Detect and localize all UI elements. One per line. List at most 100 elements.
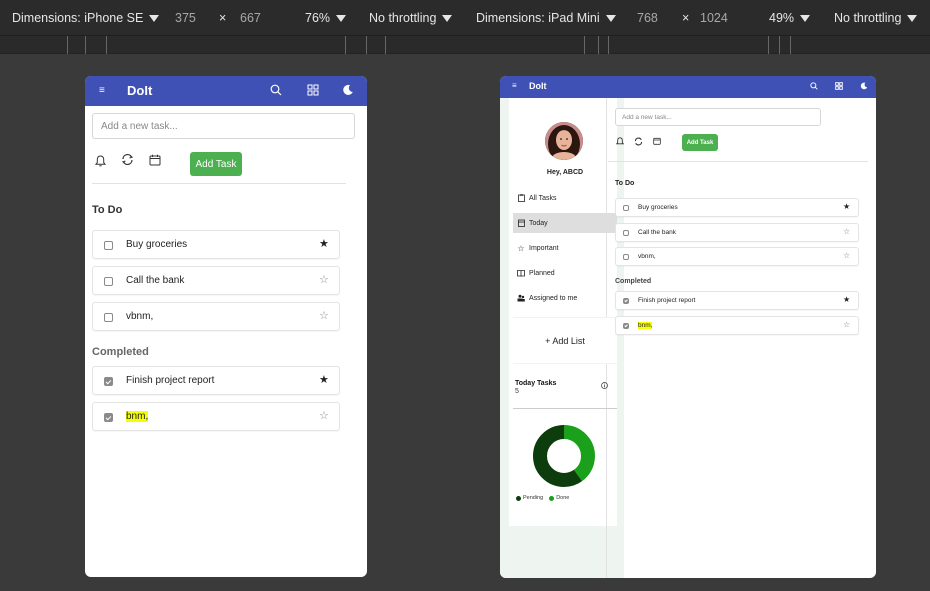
task-card[interactable]: Call the bank ☆ — [92, 266, 340, 295]
people-icon — [517, 294, 525, 302]
task-checkbox-checked[interactable] — [104, 413, 113, 422]
dimensions-select[interactable]: Dimensions: iPhone SE — [12, 11, 160, 25]
calendar-icon[interactable] — [148, 153, 162, 167]
star-outline-icon[interactable]: ☆ — [319, 273, 329, 286]
calendar-icon — [517, 219, 525, 227]
calendar-icon[interactable] — [652, 136, 662, 146]
grid-icon[interactable] — [834, 81, 844, 91]
ruler-mark — [598, 36, 599, 54]
zoom-select[interactable]: 49% — [769, 11, 811, 25]
sidebar-item-all-tasks[interactable]: All Tasks — [513, 188, 617, 208]
chevron-down-icon — [907, 14, 918, 22]
throttle-select[interactable]: No throttling — [369, 11, 453, 25]
times-label: × — [219, 11, 227, 25]
dark-mode-icon[interactable] — [859, 81, 869, 91]
task-card[interactable]: vbnm, ☆ — [92, 302, 340, 331]
repeat-icon[interactable] — [120, 152, 135, 167]
search-icon[interactable] — [269, 83, 283, 97]
sidebar-item-assigned[interactable]: Assigned to me — [513, 288, 617, 308]
ruler-mark — [385, 36, 386, 54]
star-outline-icon[interactable]: ☆ — [843, 251, 850, 260]
task-checkbox[interactable] — [623, 230, 629, 236]
ruler-mark — [106, 36, 107, 54]
height-input[interactable]: 1024 — [700, 11, 728, 25]
sidebar-item-important[interactable]: ☆ Important — [513, 238, 617, 258]
task-card[interactable]: Call the bank ☆ — [615, 223, 859, 242]
sidebar-item-label: Important — [529, 244, 559, 252]
task-checkbox[interactable] — [623, 254, 629, 260]
task-checkbox[interactable] — [104, 313, 113, 322]
task-card[interactable]: bnm, ☆ — [615, 316, 859, 335]
width-input[interactable]: 375 — [175, 11, 196, 25]
task-title: Call the bank — [638, 229, 676, 236]
new-task-input[interactable]: Add a new task... — [615, 108, 821, 126]
search-icon[interactable] — [809, 81, 819, 91]
zoom-select[interactable]: 76% — [305, 11, 347, 25]
app-header: ≡ DoIt — [85, 76, 367, 106]
task-checkbox[interactable] — [104, 241, 113, 250]
dimensions-select[interactable]: Dimensions: iPad Mini — [476, 11, 616, 25]
add-task-button[interactable]: Add Task — [190, 152, 242, 176]
grid-icon[interactable] — [306, 83, 320, 97]
task-checkbox-checked[interactable] — [104, 377, 113, 386]
task-card[interactable]: Buy groceries ★ — [615, 198, 859, 217]
chevron-down-icon — [336, 14, 347, 22]
sidebar-item-label: All Tasks — [529, 194, 557, 202]
device-toolbar-left: Dimensions: iPhone SE 375 × 667 76% No t… — [0, 0, 465, 36]
task-card[interactable]: Finish project report ★ — [92, 366, 340, 395]
divider — [513, 408, 617, 409]
task-card[interactable]: vbnm, ☆ — [615, 247, 859, 266]
star-filled-icon[interactable]: ★ — [843, 202, 850, 211]
task-title: bnm, — [126, 411, 149, 422]
legend-done-label: Done — [556, 495, 570, 501]
ruler-mark — [85, 36, 86, 54]
sidebar-item-today[interactable]: Today — [513, 213, 617, 233]
task-checkbox[interactable] — [104, 277, 113, 286]
new-task-input[interactable]: Add a new task... — [92, 113, 355, 139]
device-toolbar: Dimensions: iPhone SE 375 × 667 76% No t… — [0, 0, 930, 36]
star-outline-icon: ☆ — [517, 243, 525, 253]
task-checkbox-checked[interactable] — [623, 323, 629, 329]
star-filled-icon[interactable]: ★ — [319, 373, 329, 386]
task-card[interactable]: Buy groceries ★ — [92, 230, 340, 259]
chevron-down-icon — [800, 14, 811, 22]
height-value: 667 — [240, 11, 261, 25]
today-tasks-count: 5 — [515, 388, 519, 395]
bell-icon[interactable] — [615, 136, 625, 146]
add-task-button[interactable]: Add Task — [682, 134, 718, 151]
app-logo[interactable]: DoIt — [529, 81, 547, 91]
star-outline-icon[interactable]: ☆ — [319, 409, 329, 422]
dimensions-label: Dimensions: iPad Mini — [476, 11, 600, 25]
task-card[interactable]: bnm, ☆ — [92, 402, 340, 431]
task-checkbox[interactable] — [623, 205, 629, 211]
height-input[interactable]: 667 — [240, 11, 261, 25]
repeat-icon[interactable] — [633, 136, 643, 146]
menu-icon[interactable]: ≡ — [512, 81, 517, 90]
width-input[interactable]: 768 — [637, 11, 658, 25]
app-logo[interactable]: DoIt — [127, 83, 152, 98]
legend-pending-swatch — [516, 495, 521, 501]
star-filled-icon[interactable]: ★ — [319, 237, 329, 250]
task-checkbox-checked[interactable] — [623, 298, 629, 304]
star-filled-icon[interactable]: ★ — [843, 295, 850, 304]
task-card[interactable]: Finish project report ★ — [615, 291, 859, 310]
width-value: 375 — [175, 11, 196, 25]
bell-icon[interactable] — [93, 154, 107, 168]
star-outline-icon[interactable]: ☆ — [843, 320, 850, 329]
clipboard-icon — [517, 194, 525, 202]
width-value: 768 — [637, 11, 658, 25]
avatar[interactable] — [545, 122, 583, 160]
star-outline-icon[interactable]: ☆ — [319, 309, 329, 322]
dark-mode-icon[interactable] — [341, 83, 355, 97]
sidebar-item-planned[interactable]: Planned — [513, 263, 617, 283]
task-title: Buy groceries — [126, 239, 188, 250]
throttle-select[interactable]: No throttling — [834, 11, 918, 25]
times-icon: × — [682, 11, 689, 25]
star-outline-icon[interactable]: ☆ — [843, 227, 850, 236]
add-list-button[interactable]: + Add List — [513, 317, 617, 364]
menu-icon[interactable]: ≡ — [99, 85, 105, 96]
info-icon[interactable] — [600, 381, 608, 389]
task-title: Buy groceries — [638, 204, 678, 211]
throttle-label: No throttling — [369, 11, 437, 25]
ruler-mark — [366, 36, 367, 54]
